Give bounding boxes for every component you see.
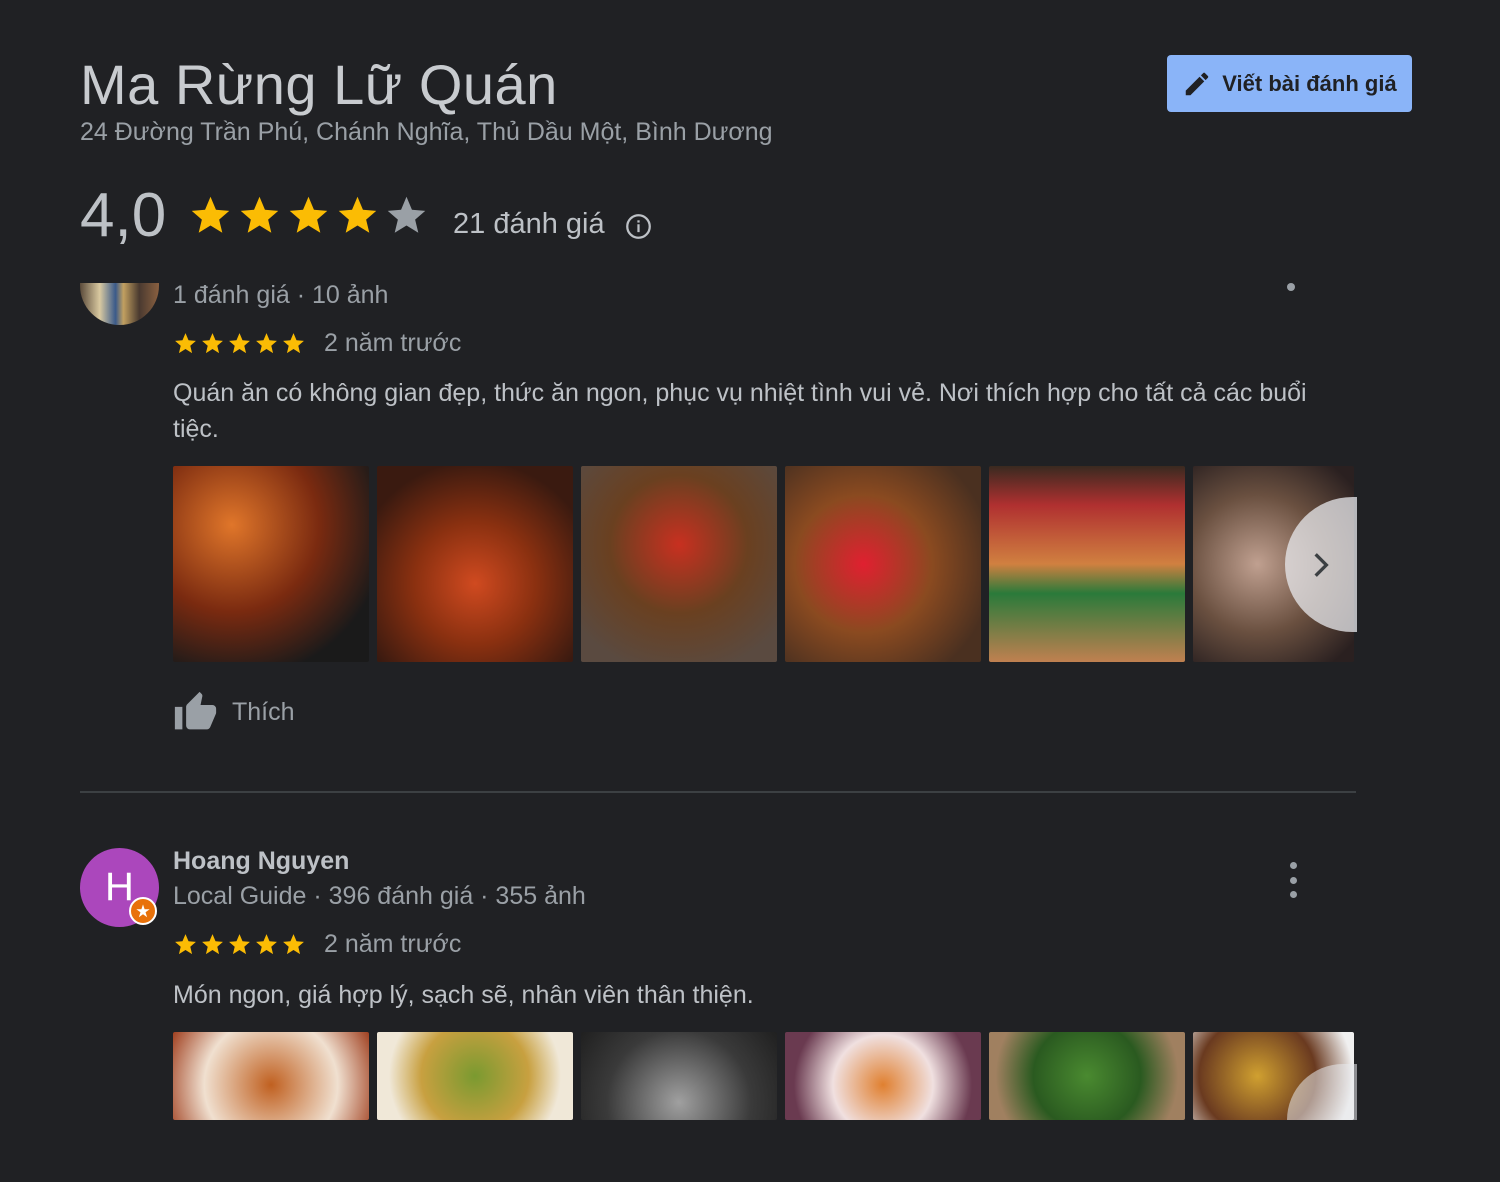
reviewer-name[interactable]: Hoang Nguyen [173, 847, 349, 876]
star-icon [229, 934, 250, 955]
star-icon [283, 934, 304, 955]
review-photo[interactable] [989, 1032, 1185, 1120]
review-photo[interactable] [377, 1032, 573, 1120]
star-icon [256, 934, 277, 955]
star-icon [202, 333, 223, 354]
star-icon [191, 196, 230, 233]
review-stars [173, 331, 306, 356]
review-time: 2 năm trước [324, 930, 462, 958]
review-photo[interactable] [785, 1032, 981, 1120]
review-photo[interactable] [989, 466, 1185, 662]
write-review-button[interactable]: Viết bài đánh giá [1167, 55, 1412, 112]
avatar-initial: H [105, 865, 134, 909]
star-icon [338, 196, 377, 233]
review-stars [173, 932, 306, 957]
star-icon [229, 333, 250, 354]
local-guide-icon [129, 897, 157, 925]
review-count[interactable]: 21 đánh giá [453, 208, 605, 241]
star-icon [256, 333, 277, 354]
chevron-right-icon [1314, 552, 1329, 577]
star-icon [175, 934, 196, 955]
like-button[interactable]: Thích [173, 690, 295, 735]
info-icon[interactable] [625, 213, 652, 240]
place-address: 24 Đường Trần Phú, Chánh Nghĩa, Thủ Dầu … [80, 118, 773, 146]
reviewer-meta: 1 đánh giá · 10 ảnh [173, 281, 389, 309]
star-icon [387, 196, 426, 233]
review-photo[interactable] [377, 466, 573, 662]
star-icon [240, 196, 279, 233]
like-label: Thích [232, 698, 295, 726]
star-icon [283, 333, 304, 354]
write-review-label: Viết bài đánh giá [1222, 70, 1397, 96]
star-icon [289, 196, 328, 233]
review-divider [80, 791, 1356, 793]
review-text: Món ngon, giá hợp lý, sạch sẽ, nhân viên… [173, 981, 754, 1009]
review-time: 2 năm trước [324, 329, 462, 357]
reviewer-meta: Local Guide · 396 đánh giá · 355 ảnh [173, 882, 586, 910]
star-icon [175, 333, 196, 354]
average-rating: 4,0 [80, 181, 167, 250]
review-photos [173, 466, 1354, 662]
reviewer-avatar[interactable] [80, 283, 159, 325]
review-photo[interactable] [173, 466, 369, 662]
review-text: Quán ăn có không gian đẹp, thức ăn ngon,… [173, 379, 1307, 443]
review-photo[interactable] [173, 1032, 369, 1120]
review-photo[interactable] [785, 466, 981, 662]
review-photo[interactable] [581, 466, 777, 662]
edit-icon [1186, 72, 1209, 95]
star-icon [202, 934, 223, 955]
review-photos [173, 1032, 1354, 1120]
thumbs-up-icon [174, 691, 217, 730]
review-photo[interactable] [581, 1032, 777, 1120]
more-options-button[interactable] [1287, 283, 1295, 291]
more-vert-icon[interactable] [1283, 862, 1303, 898]
average-stars [188, 193, 429, 238]
place-title: Ma Rừng Lữ Quán [80, 53, 558, 116]
